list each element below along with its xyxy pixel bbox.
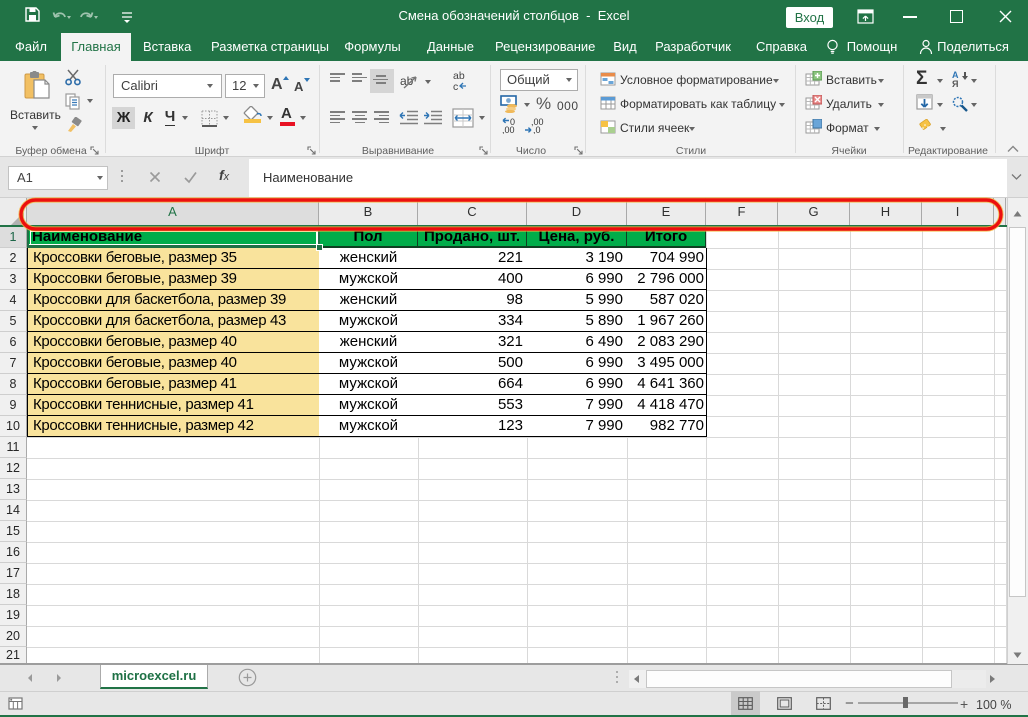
svg-text:,00: ,00 <box>502 125 515 134</box>
svg-text:,0: ,0 <box>533 125 541 134</box>
svg-text:Я: Я <box>952 79 958 87</box>
svg-text:c: c <box>453 81 458 92</box>
